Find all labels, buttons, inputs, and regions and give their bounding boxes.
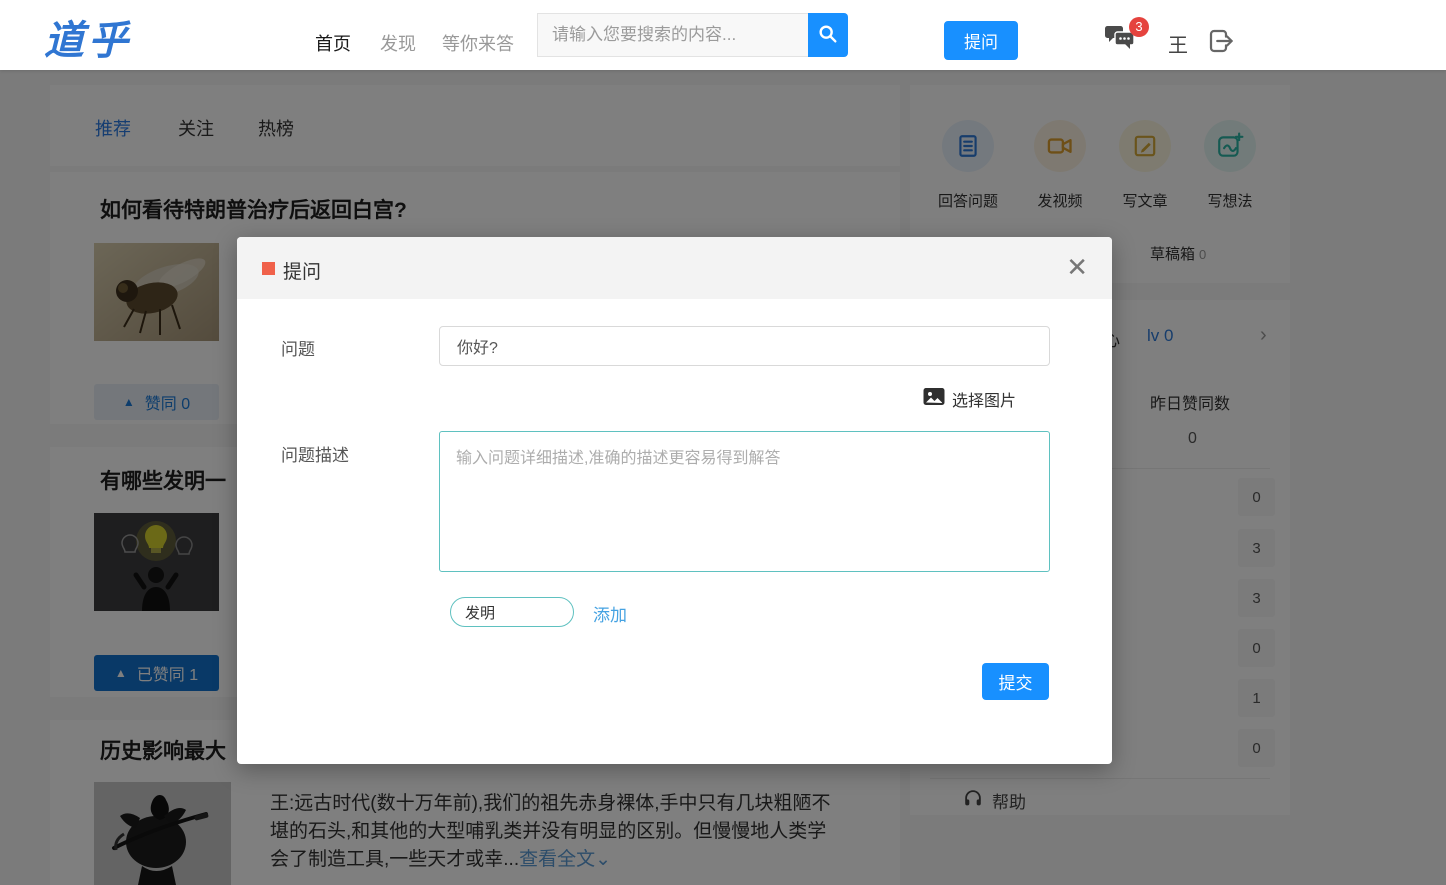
nav-item-discover[interactable]: 发现 — [380, 30, 416, 56]
question-description-textarea[interactable] — [439, 431, 1050, 572]
question-label: 问题 — [281, 340, 315, 359]
nav-item-waiting-answer[interactable]: 等你来答 — [442, 30, 514, 56]
search-icon — [817, 23, 839, 48]
description-label: 问题描述 — [281, 446, 349, 465]
logout-icon — [1206, 29, 1236, 60]
modal-header: 提问 ✕ — [237, 237, 1112, 299]
add-tag-link[interactable]: 添加 — [593, 601, 627, 626]
top-navbar: 道乎 首页 发现 等你来答 提问 3 — [0, 0, 1446, 70]
site-logo[interactable]: 道乎 — [44, 8, 132, 66]
modal-title: 提问 — [283, 262, 322, 283]
title-marker-square — [262, 262, 275, 275]
page: 道乎 首页 发现 等你来答 提问 3 — [0, 0, 1446, 885]
close-icon[interactable]: ✕ — [1066, 251, 1088, 283]
ask-question-button[interactable]: 提问 — [944, 21, 1018, 60]
message-icon — [1103, 26, 1137, 57]
nav-item-home[interactable]: 首页 — [315, 30, 351, 56]
search-input[interactable] — [537, 13, 809, 57]
question-title-input[interactable] — [439, 326, 1050, 366]
logout-button[interactable] — [1206, 26, 1238, 58]
messages-button[interactable]: 3 — [1103, 17, 1149, 57]
username-link[interactable]: 王 — [1168, 29, 1188, 58]
choose-image-button[interactable]: 选择图片 — [923, 387, 1016, 411]
submit-button[interactable]: 提交 — [982, 663, 1049, 700]
search-bar — [537, 13, 848, 57]
search-button[interactable] — [808, 13, 848, 57]
message-count-badge: 3 — [1129, 17, 1149, 37]
image-icon — [923, 387, 945, 411]
ask-question-modal: 提问 ✕ 问题 选择图片 问题描述 添加 提交 — [237, 237, 1112, 764]
choose-image-label: 选择图片 — [951, 393, 1016, 410]
tag-input[interactable] — [450, 597, 574, 627]
